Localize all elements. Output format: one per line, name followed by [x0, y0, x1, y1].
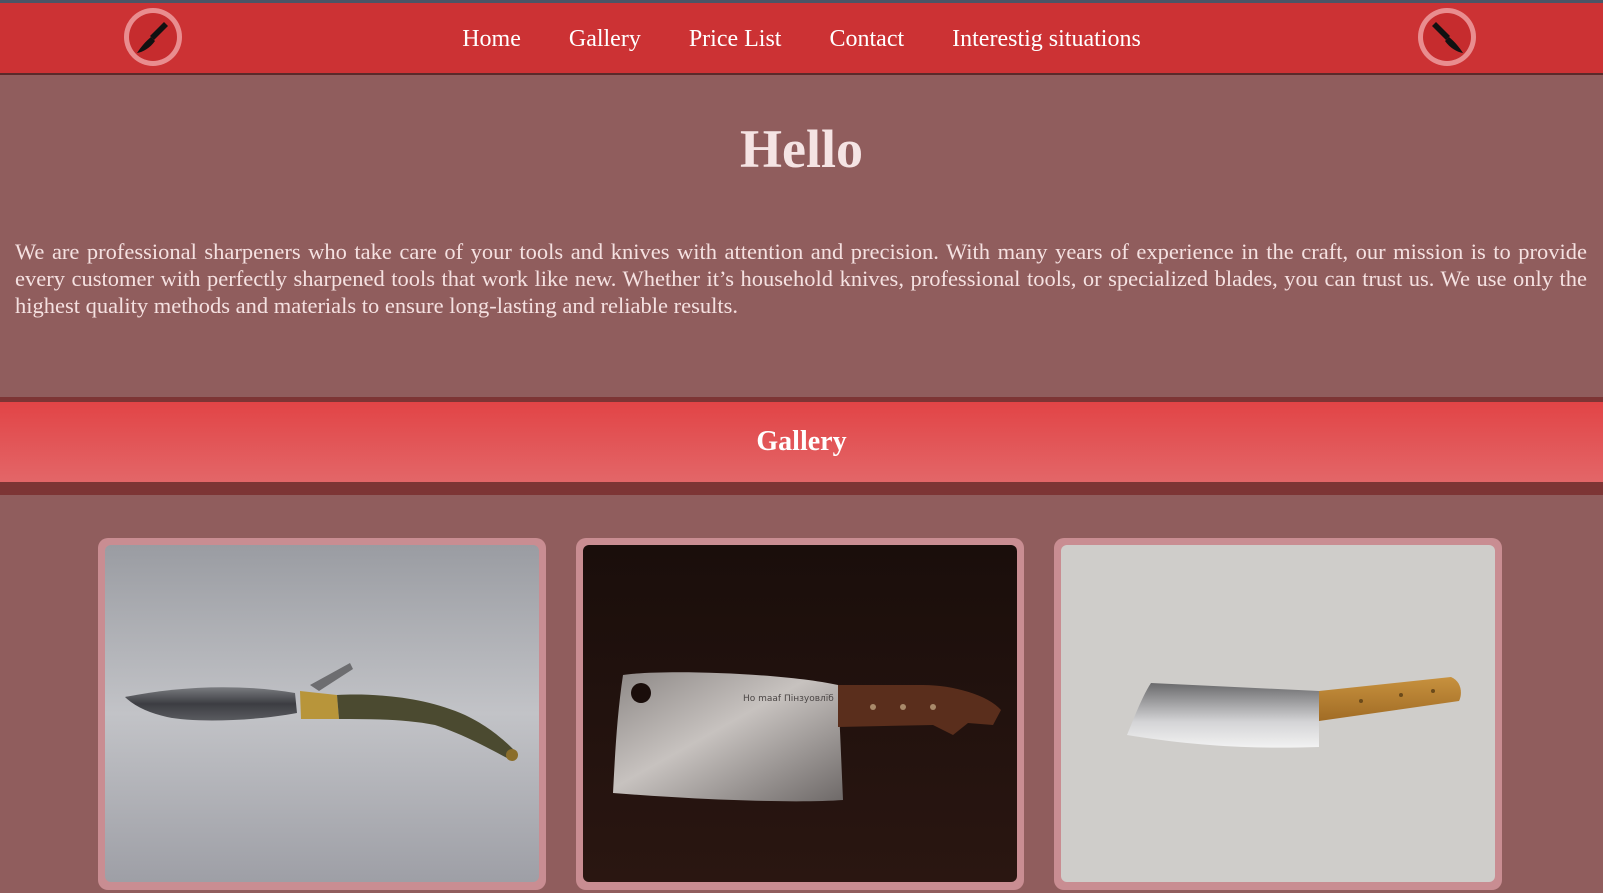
logo-right[interactable]: [1418, 8, 1476, 66]
hero-title: Hello: [740, 119, 863, 179]
nav-interesting-situations[interactable]: Interestig situations: [952, 3, 1141, 75]
cleaver-engraving: Ho maaf Пінзуовлїб: [743, 694, 834, 704]
knife-icon: [1432, 22, 1463, 53]
main-nav: Home Gallery Price List Contact Interest…: [0, 3, 1603, 75]
gallery-title: Gallery: [756, 426, 847, 457]
nav-gallery[interactable]: Gallery: [569, 3, 641, 75]
gallery-header: Gallery: [0, 402, 1603, 482]
gallery-card[interactable]: [1054, 538, 1502, 890]
cleaver-photo: Ho maaf Пінзуовлїб: [583, 545, 1017, 882]
gallery-divider: [0, 482, 1603, 495]
gallery-card[interactable]: Ho maaf Пінзуовлїб: [576, 538, 1024, 890]
navbar: Home Gallery Price List Contact Interest…: [0, 3, 1603, 75]
nav-price-list[interactable]: Price List: [689, 3, 782, 75]
nav-home[interactable]: Home: [462, 3, 521, 75]
hero-text: We are professional sharpeners who take …: [15, 239, 1587, 318]
nav-contact[interactable]: Contact: [829, 3, 904, 75]
chopper-knife-photo: [1061, 545, 1495, 882]
folding-knife-photo: [105, 545, 539, 882]
gallery-card[interactable]: [98, 538, 546, 890]
